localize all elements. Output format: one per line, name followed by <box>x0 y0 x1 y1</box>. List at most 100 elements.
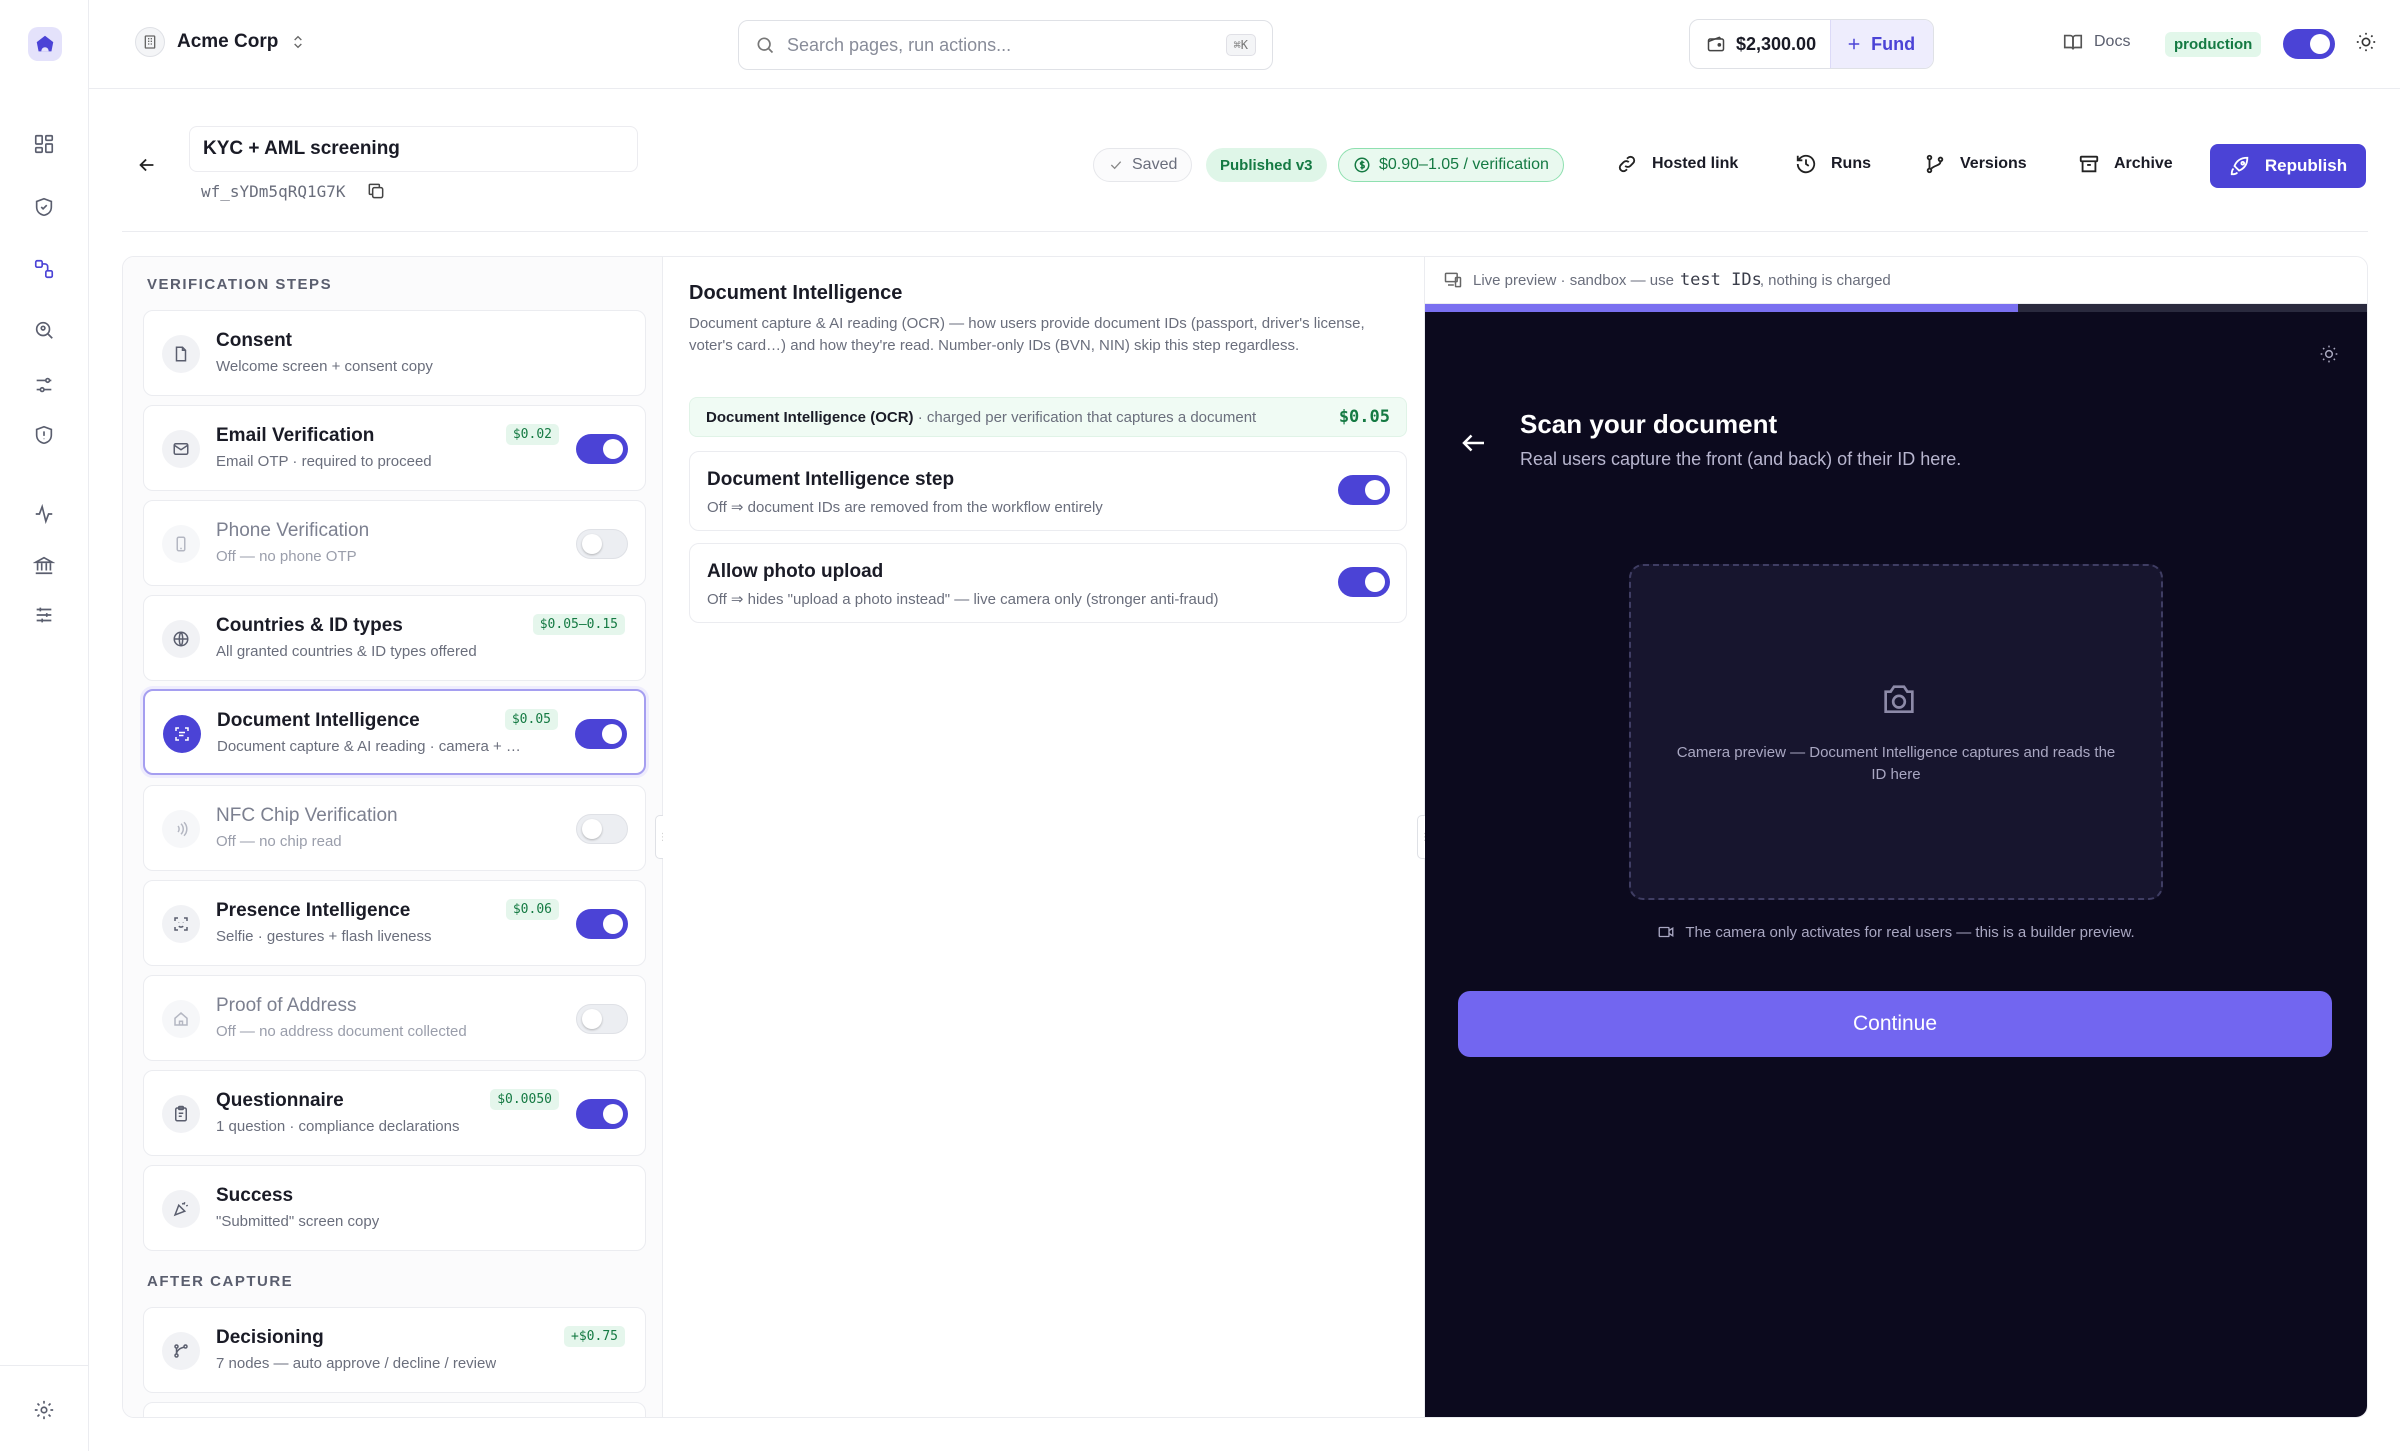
step-subtitle: Off — no address document collected <box>216 1023 467 1040</box>
setting-title: Allow photo upload <box>707 561 884 582</box>
dashboard-icon[interactable] <box>30 130 58 158</box>
step-decisioning[interactable]: Decisioning 7 nodes — auto approve / dec… <box>143 1307 646 1393</box>
step-toggle[interactable] <box>576 909 628 939</box>
step-title: Email Verification <box>216 425 375 446</box>
step-subtitle: Email OTP · required to proceed <box>216 453 432 470</box>
step-toggle[interactable] <box>576 1004 628 1034</box>
archive-label: Archive <box>2114 155 2173 172</box>
detail-description: Document capture & AI reading (OCR) — ho… <box>689 315 1365 354</box>
archive-icon <box>2078 153 2100 175</box>
step-email-verification[interactable]: Email Verification Email OTP · required … <box>143 405 646 491</box>
sliders-icon[interactable] <box>30 601 58 629</box>
clipboard-icon <box>162 1095 200 1133</box>
copy-icon[interactable] <box>366 181 386 201</box>
step-title: Presence Intelligence <box>216 900 411 921</box>
preview-header: Live preview · sandbox — use test IDs , … <box>1425 257 2367 304</box>
step-cost-badge: $0.06 <box>505 899 559 920</box>
face-scan-icon <box>162 905 200 943</box>
shield-alert-icon[interactable] <box>30 421 58 449</box>
docs-link[interactable]: Docs <box>2062 31 2130 53</box>
after-capture-heading: AFTER CAPTURE <box>147 1273 294 1290</box>
filters-icon[interactable] <box>30 371 58 399</box>
step-consent[interactable]: Consent Welcome screen + consent copy <box>143 310 646 396</box>
step-toggle[interactable] <box>575 719 627 749</box>
step-questionnaire[interactable]: Questionnaire 1 question · compliance de… <box>143 1070 646 1156</box>
camera-preview-text: Camera preview — Document Intelligence c… <box>1676 744 2116 783</box>
published-label: Published v3 <box>1220 156 1313 174</box>
fund-label: Fund <box>1871 33 1916 54</box>
step-cost-badge: $0.05 <box>504 709 558 730</box>
balance-amount: $2,300.00 <box>1736 33 1817 54</box>
step-title: NFC Chip Verification <box>216 805 398 826</box>
building-icon <box>135 27 165 57</box>
step-toggle[interactable] <box>576 1099 628 1129</box>
step-toggle[interactable] <box>576 434 628 464</box>
shield-check-icon[interactable] <box>30 193 58 221</box>
step-countries-id-types[interactable]: Countries & ID types All granted countri… <box>143 595 646 681</box>
published-badge: Published v3 <box>1206 148 1327 182</box>
search-input[interactable]: Search pages, run actions... ⌘K <box>738 20 1273 70</box>
search-placeholder: Search pages, run actions... <box>787 34 1012 55</box>
step-detail-panel: Document Intelligence Document capture &… <box>663 257 1425 1417</box>
camera-icon <box>1879 680 1919 720</box>
preview-header-suffix: , nothing is charged <box>1759 271 1891 289</box>
git-branch-icon <box>1924 153 1946 175</box>
charge-desc: · charged per verification that captures… <box>913 408 1257 426</box>
environment-toggle[interactable] <box>2283 29 2335 59</box>
workflow-icon[interactable] <box>30 255 58 283</box>
search-user-icon[interactable] <box>30 316 58 344</box>
sun-icon[interactable] <box>2319 344 2339 364</box>
activity-icon[interactable] <box>30 500 58 528</box>
charge-label: Document Intelligence (OCR) <box>706 408 914 426</box>
step-proof-of-address[interactable]: Proof of Address Off — no address docume… <box>143 975 646 1061</box>
continue-button[interactable]: Continue <box>1458 991 2332 1057</box>
scan-icon <box>163 715 201 753</box>
fund-button[interactable]: Fund <box>1830 20 1934 68</box>
setting-subtitle: Off ⇒ hides "upload a photo instead" — l… <box>707 591 1219 608</box>
link-icon <box>1616 153 1638 175</box>
step-success[interactable]: Success "Submitted" screen copy <box>143 1165 646 1251</box>
settings-icon[interactable] <box>30 1396 58 1424</box>
bank-icon[interactable] <box>30 551 58 579</box>
hosted-link-button[interactable]: Hosted link <box>1616 153 1738 175</box>
document-icon <box>162 335 200 373</box>
step-document-intelligence[interactable]: Document Intelligence Document capture &… <box>143 689 646 775</box>
step-title: Document Intelligence <box>217 710 420 731</box>
setting-toggle[interactable] <box>1338 475 1390 505</box>
rail-divider <box>0 1365 88 1366</box>
back-arrow-icon[interactable] <box>136 154 158 176</box>
plus-icon <box>1845 35 1863 53</box>
mail-icon <box>162 430 200 468</box>
runs-button[interactable]: Runs <box>1795 153 1871 175</box>
top-bar: Acme Corp Search pages, run actions... ⌘… <box>89 0 2400 89</box>
theme-toggle-icon[interactable] <box>2355 31 2377 53</box>
workflow-name: KYC + AML screening <box>203 138 400 159</box>
step-presence-intelligence[interactable]: Presence Intelligence Selfie · gestures … <box>143 880 646 966</box>
camera-note-text: The camera only activates for real users… <box>1685 923 2135 941</box>
versions-button[interactable]: Versions <box>1924 153 2027 175</box>
step-toggle[interactable] <box>576 814 628 844</box>
setting-document-intelligence-step: Document Intelligence step Off ⇒ documen… <box>689 451 1407 531</box>
preview-subtitle: Real users capture the front (and back) … <box>1520 449 1962 469</box>
workflow-id-text: wf_sYDm5qRQ1G7K <box>201 181 346 201</box>
wallet-widget: $2,300.00 Fund <box>1689 19 1935 69</box>
step-subtitle: 7 nodes — auto approve / decline / revie… <box>216 1355 497 1372</box>
back-arrow-icon[interactable] <box>1459 428 1489 458</box>
org-switcher[interactable]: Acme Corp <box>135 27 306 57</box>
setting-toggle[interactable] <box>1338 567 1390 597</box>
step-toggle[interactable] <box>576 529 628 559</box>
step-phone-verification[interactable]: Phone Verification Off — no phone OTP <box>143 500 646 586</box>
step-nfc-chip-verification[interactable]: NFC Chip Verification Off — no chip read <box>143 785 646 871</box>
preview-progress-bar <box>1425 304 2367 312</box>
republish-button[interactable]: Republish <box>2210 144 2366 188</box>
app-logo[interactable] <box>28 27 62 61</box>
search-icon <box>755 35 775 55</box>
runs-label: Runs <box>1831 155 1871 172</box>
workflow-name-input[interactable]: KYC + AML screening <box>189 126 638 172</box>
archive-button[interactable]: Archive <box>2078 153 2173 175</box>
devices-icon <box>1443 270 1463 290</box>
check-icon <box>1108 157 1124 173</box>
charge-info: Document Intelligence (OCR) · charged pe… <box>689 397 1407 437</box>
step-partial[interactable] <box>143 1402 646 1417</box>
step-subtitle: Selfie · gestures + flash liveness <box>216 928 432 945</box>
